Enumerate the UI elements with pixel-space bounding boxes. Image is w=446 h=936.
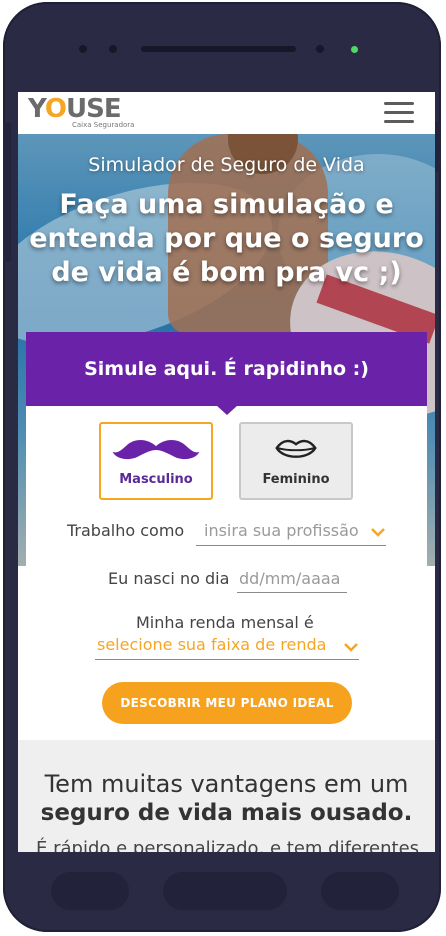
lips-icon: [275, 439, 317, 458]
logo-letters: USE: [66, 94, 122, 124]
hero-subtitle: Simulador de Seguro de Vida: [88, 154, 365, 176]
chevron-down-icon[interactable]: [370, 527, 386, 537]
benefits-section: Tem muitas vantagens em um seguro de vid…: [18, 740, 435, 852]
youse-logo[interactable]: YOUSE Caixa Seguradora: [28, 94, 134, 129]
gender-female-label: Feminino: [262, 472, 330, 487]
back-button[interactable]: [51, 872, 129, 910]
birth-input-underline: [237, 592, 347, 593]
job-input-underline: [196, 545, 386, 546]
income-select[interactable]: selecione sua faixa de renda: [97, 635, 326, 654]
sensor-dot: [79, 45, 87, 53]
hero-title-line: entenda por que o seguro: [29, 223, 424, 254]
logo-subtitle: Caixa Seguradora: [72, 121, 135, 129]
speaker-grille: [141, 46, 296, 52]
job-label: Trabalho como: [67, 521, 185, 540]
site-header: YOUSE Caixa Seguradora: [18, 92, 435, 134]
status-led: [351, 46, 358, 53]
volume-button: [3, 122, 11, 262]
hero-title-line: Faça uma simulação e: [59, 189, 394, 220]
home-button[interactable]: [163, 872, 287, 910]
benefits-heading-bold: seguro de vida mais ousado.: [40, 800, 413, 826]
gender-male-label: Masculino: [119, 472, 193, 487]
income-select-underline: [95, 659, 359, 660]
header-pointer: [216, 405, 238, 415]
gender-female-option[interactable]: Feminino: [239, 422, 353, 500]
discover-plan-button[interactable]: DESCOBRIR MEU PLANO IDEAL: [102, 682, 352, 724]
hamburger-menu-icon[interactable]: [384, 102, 414, 124]
chevron-down-icon[interactable]: [343, 642, 359, 652]
hero-title: Faça uma simulação e entenda por que o s…: [24, 188, 429, 290]
logo-letter-o: O: [44, 94, 67, 124]
income-label: Minha renda mensal é: [136, 613, 314, 632]
recent-apps-button[interactable]: [321, 872, 399, 910]
birth-label: Eu nasci no dia: [108, 569, 230, 588]
simulation-card-header: Simule aqui. É rapidinho :): [26, 332, 427, 406]
front-camera: [316, 45, 324, 53]
phone-screen: YOUSE Caixa Seguradora Simulador de Segu…: [18, 92, 435, 852]
sensor-dot: [109, 45, 117, 53]
birth-date-input[interactable]: dd/mm/aaaa: [239, 569, 340, 588]
logo-letter: Y: [28, 94, 46, 124]
mustache-icon: [112, 440, 200, 460]
simulation-card: Simule aqui. É rapidinho :) Masculino Fe…: [26, 332, 427, 732]
hero-title-line: de vida é bom pra vc ;): [51, 257, 402, 288]
benefits-heading-line: Tem muitas vantagens em um: [44, 770, 409, 798]
benefits-description: É rápido e personalizado, e tem diferent…: [36, 838, 420, 852]
job-input[interactable]: insira sua profissão: [204, 521, 359, 540]
gender-male-option[interactable]: Masculino: [99, 422, 213, 500]
phone-frame: YOUSE Caixa Seguradora Simulador de Segu…: [3, 2, 441, 932]
